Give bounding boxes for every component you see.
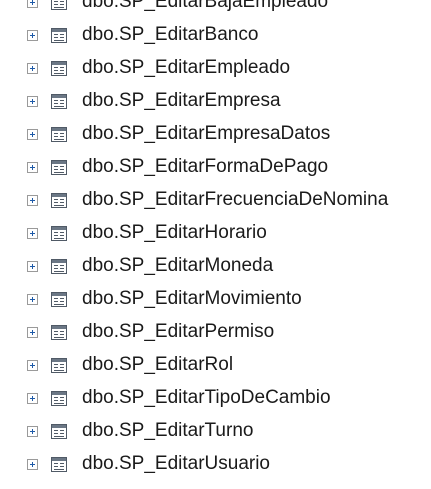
stored-procedure-icon — [51, 28, 67, 43]
tree-node-sp-editarusuario[interactable]: dbo.SP_EditarUsuario — [0, 448, 431, 481]
tree-node-label[interactable]: dbo.SP_EditarFrecuenciaDeNomina — [82, 189, 388, 211]
tree-node-label[interactable]: dbo.SP_EditarMoneda — [82, 255, 273, 277]
tree-node-label[interactable]: dbo.SP_EditarEmpresaDatos — [82, 123, 330, 145]
stored-procedure-icon — [51, 424, 67, 439]
tree-node-sp-editarmoneda[interactable]: dbo.SP_EditarMoneda — [0, 250, 431, 283]
tree-node-label[interactable]: dbo.SP_EditarEmpleado — [82, 57, 290, 79]
stored-procedure-icon — [51, 0, 67, 10]
expand-plus-icon[interactable] — [27, 30, 38, 41]
tree-node-label[interactable]: dbo.SP_EditarUsuario — [82, 453, 270, 475]
tree-node-sp-editarpermiso[interactable]: dbo.SP_EditarPermiso — [0, 316, 431, 349]
stored-procedure-icon — [51, 457, 67, 472]
expand-plus-icon[interactable] — [27, 195, 38, 206]
stored-procedure-icon — [51, 358, 67, 373]
tree-node-sp-editarhorario[interactable]: dbo.SP_EditarHorario — [0, 217, 431, 250]
stored-procedure-icon — [51, 127, 67, 142]
tree-node-label[interactable]: dbo.SP_EditarBajaEmpleado — [82, 0, 328, 13]
tree-node-label[interactable]: dbo.SP_EditarBanco — [82, 24, 258, 46]
stored-procedure-icon — [51, 61, 67, 76]
tree-node-sp-editarempleado[interactable]: dbo.SP_EditarEmpleado — [0, 52, 431, 85]
tree-node-sp-editarfrecuenciadenomina[interactable]: dbo.SP_EditarFrecuenciaDeNomina — [0, 184, 431, 217]
tree-node-sp-editarbanco[interactable]: dbo.SP_EditarBanco — [0, 19, 431, 52]
tree-node-sp-editarmovimiento[interactable]: dbo.SP_EditarMovimiento — [0, 283, 431, 316]
expand-plus-icon[interactable] — [27, 129, 38, 140]
expand-plus-icon[interactable] — [27, 63, 38, 74]
stored-procedure-icon — [51, 292, 67, 307]
expand-plus-icon[interactable] — [27, 393, 38, 404]
tree-node-label[interactable]: dbo.SP_EditarTipoDeCambio — [82, 387, 331, 409]
tree-node-label[interactable]: dbo.SP_EditarPermiso — [82, 321, 274, 343]
expand-plus-icon[interactable] — [27, 459, 38, 470]
tree-node-sp-editarrol[interactable]: dbo.SP_EditarRol — [0, 349, 431, 382]
stored-procedure-icon — [51, 226, 67, 241]
tree-node-label[interactable]: dbo.SP_EditarTurno — [82, 420, 253, 442]
expand-plus-icon[interactable] — [27, 228, 38, 239]
stored-procedure-icon — [51, 160, 67, 175]
expand-plus-icon[interactable] — [27, 327, 38, 338]
tree-node-sp-editartipodecambio[interactable]: dbo.SP_EditarTipoDeCambio — [0, 382, 431, 415]
object-explorer-tree: dbo.SP_EditarBajaEmpleado dbo.SP_EditarB… — [0, 0, 431, 481]
tree-node-label[interactable]: dbo.SP_EditarFormaDePago — [82, 156, 328, 178]
expand-plus-icon[interactable] — [27, 360, 38, 371]
tree-node-sp-editarformadepago[interactable]: dbo.SP_EditarFormaDePago — [0, 151, 431, 184]
stored-procedure-icon — [51, 193, 67, 208]
tree-node-label[interactable]: dbo.SP_EditarHorario — [82, 222, 267, 244]
stored-procedure-icon — [51, 391, 67, 406]
tree-node-sp-editarempresadatos[interactable]: dbo.SP_EditarEmpresaDatos — [0, 118, 431, 151]
stored-procedure-icon — [51, 94, 67, 109]
tree-node-sp-editarbajaempleado[interactable]: dbo.SP_EditarBajaEmpleado — [0, 0, 431, 19]
tree-node-label[interactable]: dbo.SP_EditarMovimiento — [82, 288, 302, 310]
tree-node-sp-editarempresa[interactable]: dbo.SP_EditarEmpresa — [0, 85, 431, 118]
stored-procedure-icon — [51, 259, 67, 274]
expand-plus-icon[interactable] — [27, 162, 38, 173]
tree-node-sp-editarturno[interactable]: dbo.SP_EditarTurno — [0, 415, 431, 448]
expand-plus-icon[interactable] — [27, 96, 38, 107]
expand-plus-icon[interactable] — [27, 294, 38, 305]
expand-plus-icon[interactable] — [27, 261, 38, 272]
expand-plus-icon[interactable] — [27, 426, 38, 437]
tree-node-label[interactable]: dbo.SP_EditarEmpresa — [82, 90, 281, 112]
expand-plus-icon[interactable] — [27, 0, 38, 8]
stored-procedure-icon — [51, 325, 67, 340]
tree-node-label[interactable]: dbo.SP_EditarRol — [82, 354, 233, 376]
